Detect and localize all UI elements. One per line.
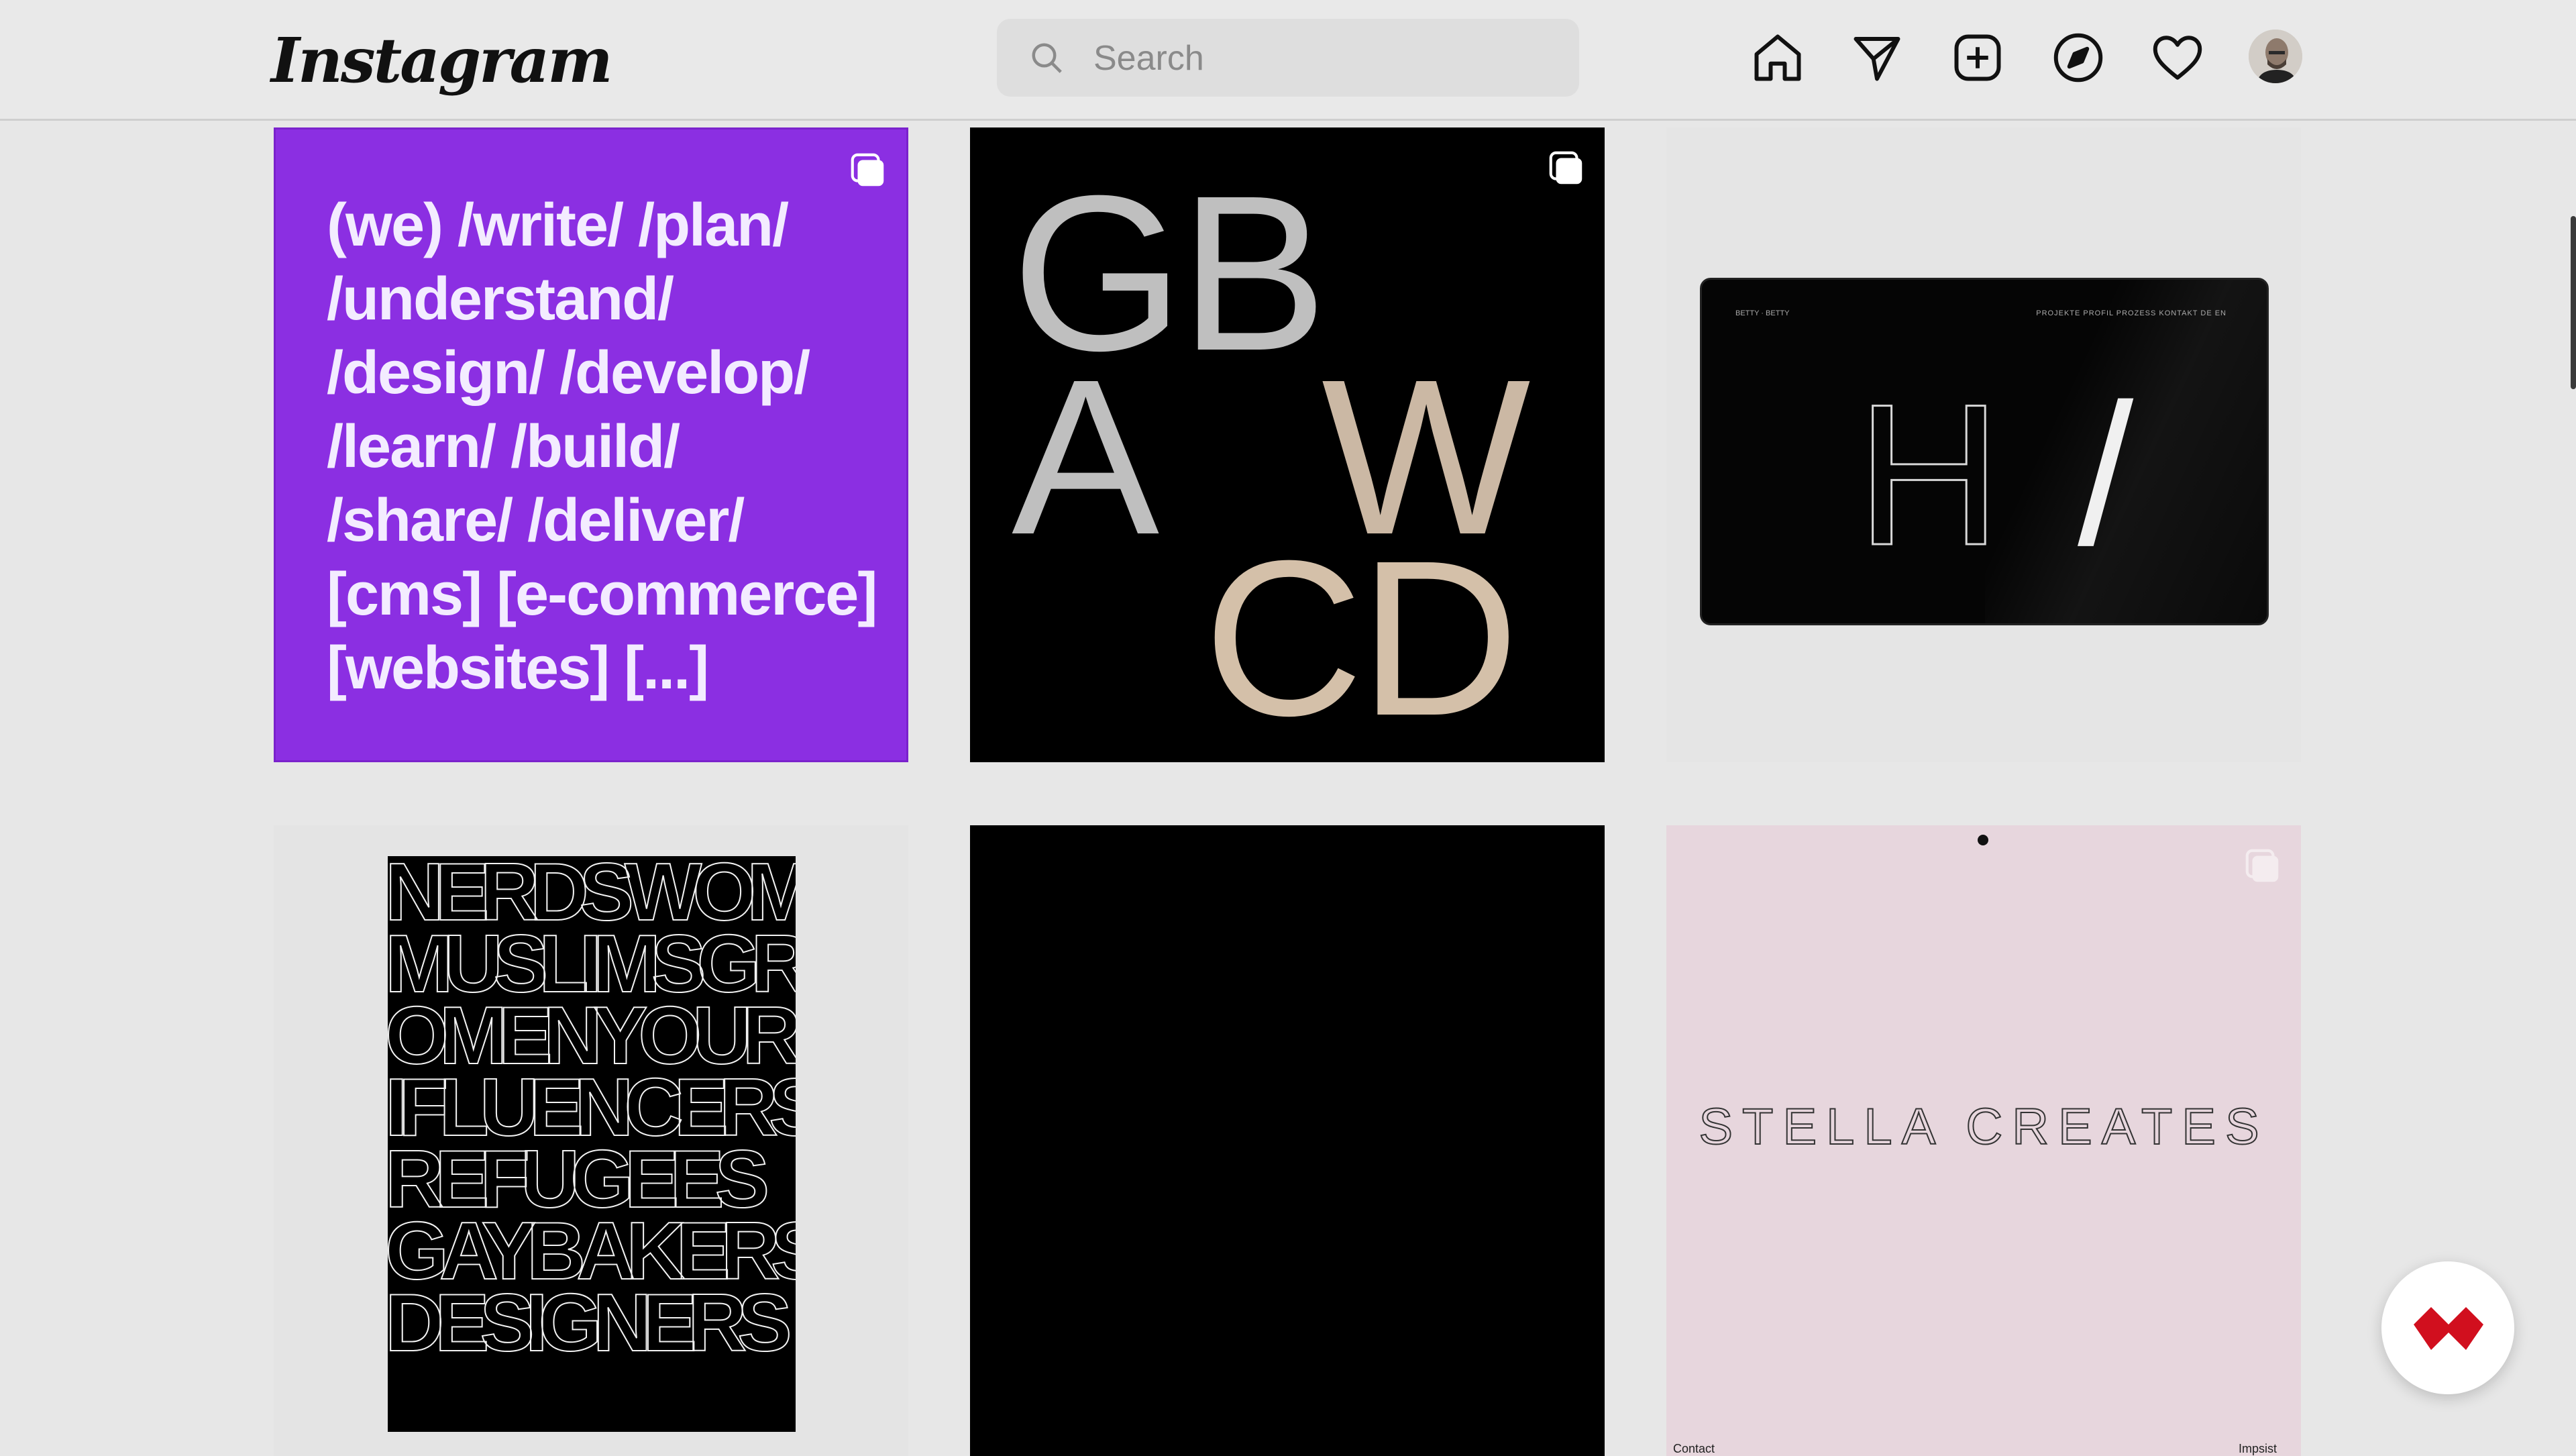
profile-photo-icon	[2249, 30, 2302, 83]
poster-line: REFUGEES	[388, 1133, 770, 1225]
manifesto-line: /design/ /develop/	[327, 340, 810, 407]
activity-heart-icon[interactable]	[2149, 30, 2206, 86]
letter-a: A	[1012, 333, 1159, 580]
poster-line: DESIGNERS	[388, 1277, 793, 1368]
multiple-posts-icon	[1549, 151, 1582, 185]
new-post-icon[interactable]	[1949, 30, 2006, 86]
screen-brand: BETTY · BETTY	[1735, 309, 1790, 317]
direct-message-icon[interactable]	[1849, 30, 1905, 86]
letters-cd: CD	[1203, 514, 1519, 762]
carousel-dot	[1978, 835, 1988, 845]
manifesto-line: /learn/ /build/	[327, 413, 680, 480]
search-input[interactable]	[1092, 32, 1551, 85]
manifesto-line: /understand/	[327, 266, 674, 333]
screen-headline-slash: /	[2078, 362, 2134, 587]
floating-action-button[interactable]	[2381, 1261, 2514, 1394]
screen-menu: PROJEKTE PROFIL PROZESS KONTAKT DE EN	[2036, 309, 2226, 317]
poster-line: OMENYOUR	[388, 990, 796, 1081]
chevron-logo-icon	[2414, 1307, 2483, 1350]
manifesto-line: [cms] [e-commerce]	[327, 561, 877, 628]
manifesto-line: /share/ /deliver/	[327, 487, 745, 554]
poster-line: MUSLIMSGRI	[388, 918, 796, 1009]
multiple-posts-icon	[851, 153, 884, 187]
page-scrollbar-thumb[interactable]	[2571, 216, 2576, 389]
post-tile-black[interactable]	[970, 825, 1605, 1456]
poster-line: IFLUENCERS	[388, 1061, 796, 1153]
home-icon[interactable]	[1750, 30, 1806, 86]
profile-avatar[interactable]	[2249, 30, 2302, 83]
screen-headline-outline: H	[1856, 362, 2003, 587]
typography-poster: NERDSWOMEN MUSLIMSGRI OMENYOUR IFLUENCER…	[388, 856, 796, 1432]
stella-headline: STELLA CREATES	[1698, 1098, 2269, 1156]
post-tile-typography-poster[interactable]: NERDSWOMEN MUSLIMSGRI OMENYOUR IFLUENCER…	[274, 825, 908, 1456]
top-navigation-bar: Instagram	[0, 0, 2576, 121]
post-tile-stella-creates[interactable]: STELLA CREATES Contact Impsist	[1666, 825, 2301, 1456]
explore-icon[interactable]	[2050, 30, 2106, 86]
poster-line: GAYBAKERS	[388, 1205, 796, 1296]
search-icon	[1032, 43, 1062, 73]
manifesto-line: (we) /write/ /plan/	[327, 192, 789, 259]
website-screen-mockup: BETTY · BETTY PROJEKTE PROFIL PROZESS KO…	[1700, 278, 2269, 625]
post-tile-gbawcd[interactable]: GB A W CD	[970, 127, 1605, 762]
multiple-posts-icon	[2245, 849, 2279, 882]
post-tile-manifesto[interactable]: (we) /write/ /plan/ /understand/ /design…	[274, 127, 908, 762]
instagram-logo[interactable]: Instagram	[271, 23, 613, 98]
search-box[interactable]	[997, 19, 1579, 97]
manifesto-line: [websites] [...]	[327, 635, 709, 702]
manifesto-text: (we) /write/ /plan/ /understand/ /design…	[327, 189, 879, 705]
poster-line: NERDSWOMEN	[388, 856, 796, 937]
post-tile-website-screen[interactable]: BETTY · BETTY PROJEKTE PROFIL PROZESS KO…	[1666, 127, 2301, 762]
